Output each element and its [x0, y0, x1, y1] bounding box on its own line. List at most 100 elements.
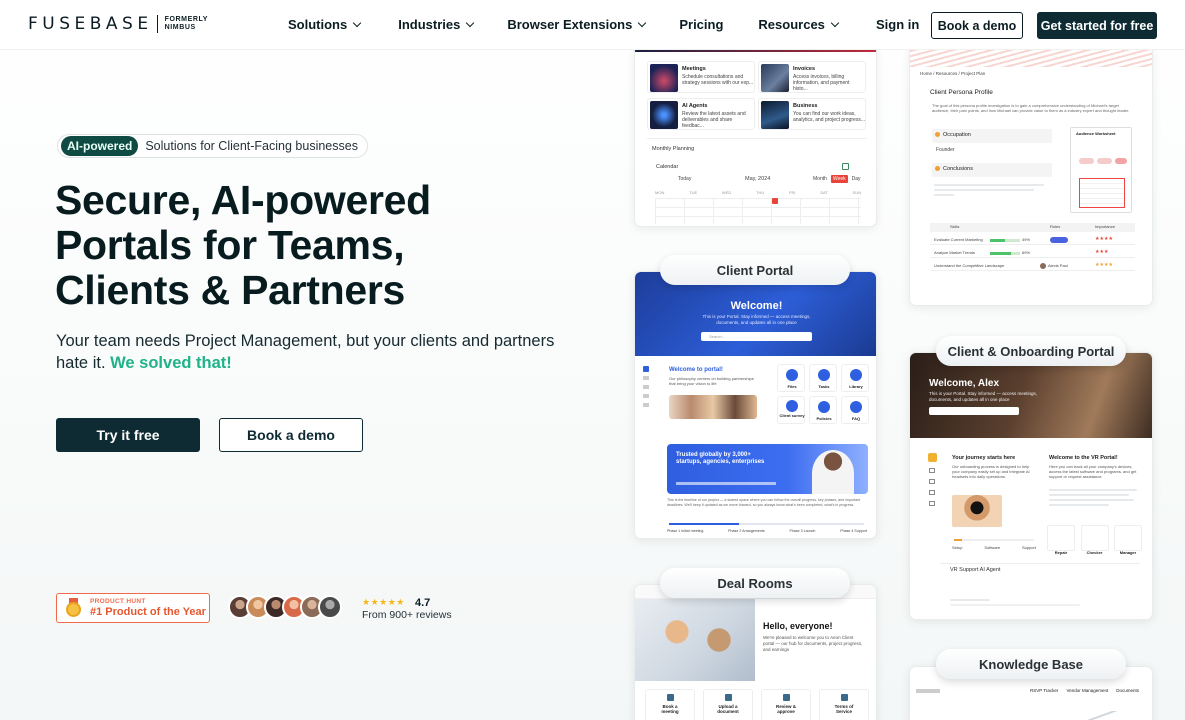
view-day[interactable]: Day	[850, 175, 863, 183]
faq-label: FAQ	[851, 416, 861, 421]
ai-agent-input[interactable]	[950, 599, 1080, 609]
weekday: WED	[721, 190, 732, 195]
vr-tabs: Repair Checker Manager	[1047, 525, 1142, 555]
tile-ai-agents[interactable]: AI Agents Review the latest assets and d…	[647, 98, 755, 130]
calendar-today-marker	[772, 198, 778, 204]
step: Software	[984, 545, 1001, 550]
tab-manager[interactable]: Manager	[1114, 525, 1142, 555]
book-demo-button-nav[interactable]: Book a demo	[931, 12, 1023, 39]
calendar-icon	[666, 694, 674, 701]
vr-title: Welcome to the VR Portal!	[1049, 455, 1118, 461]
person-name: Alexis Paul	[1048, 263, 1068, 268]
library-label: Library	[849, 384, 863, 389]
policies-tile[interactable]: Policies	[809, 396, 837, 424]
today-button[interactable]: Today	[678, 176, 691, 182]
calendar-weekdays: MON TUE WED THU FRI SAT SUN	[655, 190, 861, 195]
view-month[interactable]: Month	[811, 175, 829, 183]
onboarding-portal-label: Client & Onboarding Portal	[936, 336, 1126, 366]
tile-title: Business	[793, 103, 818, 109]
calendar-month: May, 2024	[745, 176, 771, 182]
upload-document-tile[interactable]: Upload a document	[703, 689, 753, 720]
chevron-down-icon	[466, 18, 475, 27]
medal-icon	[65, 598, 83, 618]
phase: Phase 2 Arrangements	[728, 529, 765, 533]
try-free-button[interactable]: Try it free	[56, 418, 200, 452]
files-icon	[786, 369, 798, 381]
tab-label: Manager	[1119, 550, 1137, 555]
doc-breadcrumb: Home / Resources / Project Plan	[920, 71, 986, 76]
sign-in-link[interactable]: Sign in	[876, 17, 919, 32]
product-hunt-badge[interactable]: PRODUCT HUNT #1 Product of the Year	[56, 593, 210, 623]
book-demo-button[interactable]: Book a demo	[219, 418, 363, 452]
tab-checker[interactable]: Checker	[1080, 525, 1109, 555]
tile-desc: Access invoices, billing information, an…	[793, 74, 850, 92]
tab-repair[interactable]: Repair	[1047, 525, 1075, 555]
timeline-track	[669, 523, 864, 525]
menu-solutions[interactable]: Solutions	[288, 17, 362, 32]
ph-label: PRODUCT HUNT	[90, 598, 146, 605]
journey-block: Your journey starts here Our onboarding …	[948, 449, 1040, 555]
onboarding-welcome-title: Welcome, Alex	[929, 378, 1000, 389]
weekday: MON	[655, 190, 665, 195]
deal-rooms-label: Deal Rooms	[660, 568, 850, 598]
onboarding-search-input[interactable]	[929, 407, 1019, 415]
kb-nav-item[interactable]: Vendor Management	[1066, 688, 1108, 693]
skill-pct: 49%	[1022, 237, 1031, 242]
calendar-title: Calendar	[656, 164, 679, 170]
tile-title: AI Agents	[682, 103, 708, 109]
review-approve-tile[interactable]: Review & approve	[761, 689, 811, 720]
weekday: TUE	[689, 190, 698, 195]
action-label: Book a meeting	[661, 704, 679, 714]
view-week[interactable]: Week	[830, 175, 848, 183]
table-row: Understand the Competitive Landscape Ale…	[930, 261, 1135, 271]
book-meeting-tile[interactable]: Book a meeting	[645, 689, 695, 720]
step: Support	[1021, 545, 1036, 550]
kb-nav-item[interactable]: RSVP Tracker	[1030, 688, 1058, 693]
kb-illustration	[1038, 711, 1138, 720]
policies-icon	[818, 401, 830, 413]
sidebar-home-icon[interactable]	[928, 453, 937, 462]
terms-tile[interactable]: Terms of Service	[819, 689, 869, 720]
persona-doc-card: Home / Resources / Project Plan Client P…	[909, 44, 1153, 306]
doc-intro: The goal of this persona profile investi…	[932, 103, 1130, 113]
client-survey-tile[interactable]: Client survey	[777, 396, 805, 424]
onboarding-welcome-sub: This is your Portal. Stay informed — acc…	[929, 391, 1038, 402]
welcome-portal-title: Welcome to portal!	[669, 367, 723, 373]
menu-label: Browser Extensions	[507, 17, 633, 32]
skill-pct: 69%	[1022, 250, 1031, 255]
col-roles: Roles	[1050, 224, 1061, 229]
portal-search-input[interactable]: Search...	[701, 332, 812, 341]
policies-label: Policies	[816, 416, 832, 421]
menu-resources[interactable]: Resources	[758, 17, 840, 32]
tile-meetings[interactable]: Meetings Schedule consultations and stra…	[647, 61, 755, 93]
reviewer-avatars	[228, 595, 342, 619]
deal-hero-photo	[635, 599, 755, 681]
table-row: Analyze Market Trends 69% ★★★	[930, 248, 1135, 258]
tile-business[interactable]: Business You can find our work ideas, an…	[758, 98, 866, 130]
library-icon	[850, 369, 862, 381]
logo-formerly-text: FORMERLY NIMBUS	[164, 16, 208, 31]
kb-logo	[916, 689, 940, 693]
fusebase-logo[interactable]: FUSEBASE FORMERLY NIMBUS	[28, 14, 215, 34]
client-portal-label: Client Portal	[660, 255, 850, 285]
doc-title: Client Persona Profile	[930, 89, 993, 96]
faq-tile[interactable]: FAQ	[841, 396, 869, 424]
skills-table-header: Skills Roles Importance	[930, 223, 1135, 232]
menu-browser-extensions[interactable]: Browser Extensions	[507, 17, 647, 32]
menu-industries[interactable]: Industries	[398, 17, 475, 32]
table-row: Evaluate Current Marketing 49% ★★★★	[930, 235, 1135, 245]
kb-nav-item[interactable]: Documents	[1116, 688, 1139, 693]
get-started-button[interactable]: Get started for free	[1037, 12, 1157, 39]
kb-nav: RSVP Tracker Vendor Management Documents	[1030, 688, 1139, 693]
portal-welcome-title: Welcome!	[730, 300, 783, 312]
library-tile[interactable]: Library	[841, 364, 869, 392]
conclusions-label: Conclusions	[943, 166, 973, 172]
tile-invoices[interactable]: Invoices Access invoices, billing inform…	[758, 61, 866, 93]
action-label: Upload a document	[717, 704, 739, 714]
menu-pricing[interactable]: Pricing	[679, 17, 723, 32]
tasks-tile[interactable]: Tasks	[809, 364, 837, 392]
client-portal-card: Welcome! This is your Portal. Stay infor…	[634, 271, 877, 539]
action-label: Review & approve	[775, 704, 796, 714]
files-tile[interactable]: Files	[777, 364, 805, 392]
add-icon[interactable]	[842, 163, 849, 170]
